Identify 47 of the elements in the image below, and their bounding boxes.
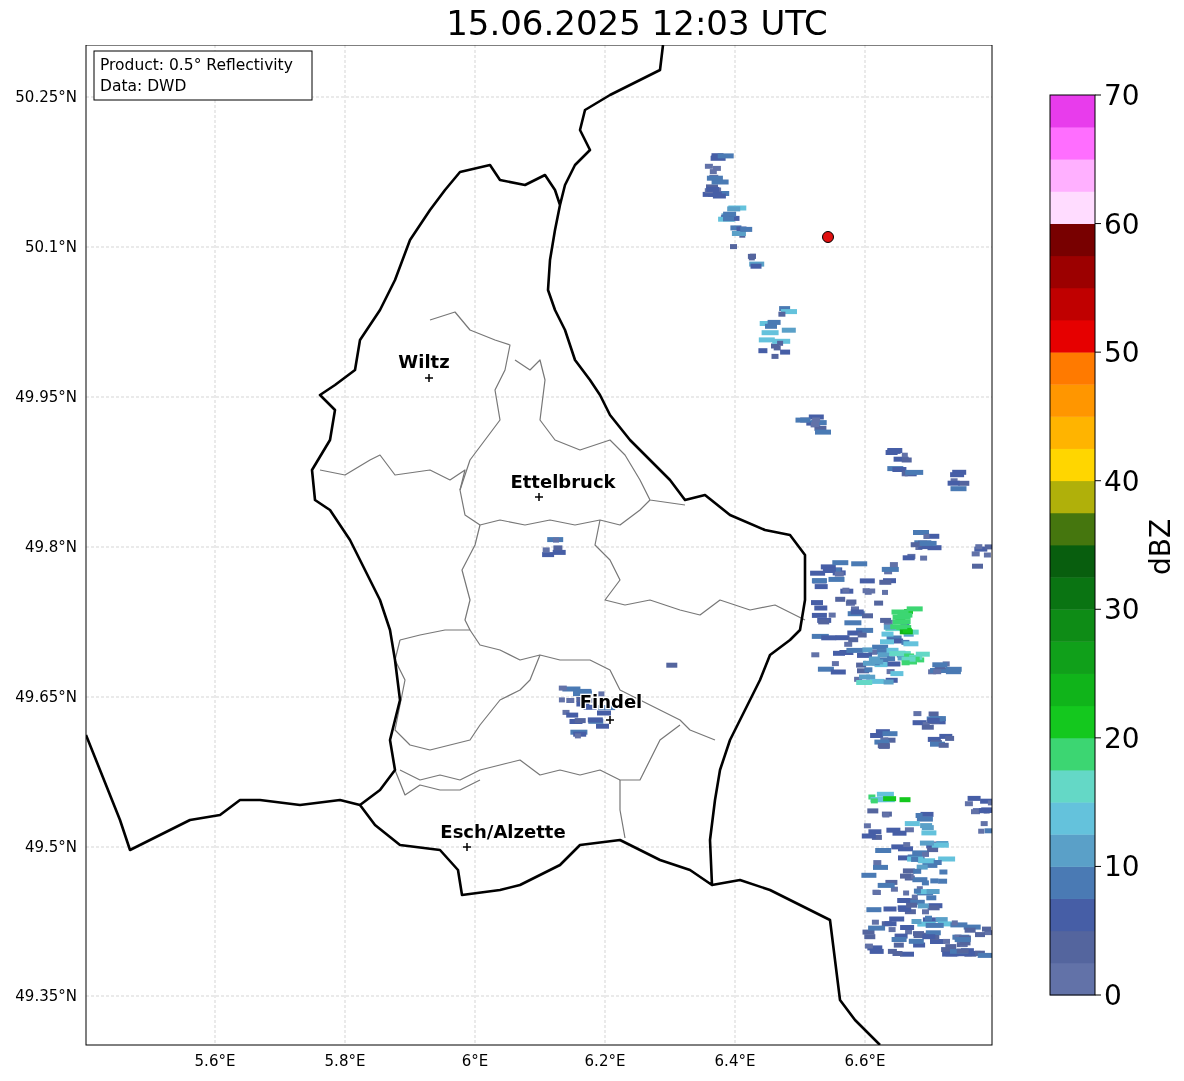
colorbar-tick-label: 40: [1104, 464, 1140, 498]
info-text: Product: 0.5° Reflectivity: [100, 56, 293, 74]
city-label: Ettelbruck: [510, 471, 616, 492]
colorbar-tick-label: 60: [1104, 207, 1140, 241]
radar-echo-drawing: [870, 729, 898, 749]
longitude-label: 6.2°E: [584, 1052, 626, 1070]
colorbar-label: dBZ: [1144, 518, 1177, 576]
radar-echo-drawing: [927, 733, 955, 748]
city-marker-icon: [605, 715, 615, 725]
radar-echo-drawing: [730, 225, 753, 250]
radar-echo-drawing: [885, 448, 924, 477]
longitude-label: 6.4°E: [714, 1052, 756, 1070]
colorbar-tick-label: 10: [1104, 850, 1140, 884]
radar-echo-drawing: [747, 253, 765, 269]
radar-echo-drawing: [758, 306, 797, 359]
radar-echo-drawing: [971, 544, 992, 569]
city-marker-icon: [462, 842, 472, 852]
radar-echo-drawing: [947, 469, 970, 492]
latitude-label: 49.95°N: [15, 388, 77, 406]
radar-echo-drawing: [666, 662, 678, 668]
latitude-label: 49.5°N: [24, 838, 77, 856]
radar-echo-drawing: [702, 153, 734, 199]
radar-echo-drawing: [718, 205, 747, 222]
latitude-label: 50.25°N: [15, 88, 77, 106]
colorbar-tick-label: 50: [1104, 336, 1140, 370]
location-dot-icon: [822, 231, 834, 243]
latitude-label: 50.1°N: [24, 238, 77, 256]
colorbar-tick-label: 70: [1104, 79, 1140, 112]
longitude-label: 5.6°E: [194, 1052, 236, 1070]
colorbar-tick-label: 20: [1104, 721, 1140, 755]
city-marker-icon: [424, 373, 434, 383]
radar-echo-drawing: [542, 537, 566, 558]
radar-echo-drawing: [795, 414, 831, 435]
latitude-label: 49.65°N: [15, 688, 77, 706]
chart-title: 15.06.2025 12:03 UTC: [446, 5, 828, 40]
info-text: Data: DWD: [100, 77, 187, 95]
colorbar-tick-label: 30: [1104, 593, 1140, 627]
city-label: Wiltz: [398, 351, 450, 372]
city-label: Esch/Alzette: [440, 821, 566, 842]
latitude-label: 49.8°N: [24, 538, 77, 556]
latitude-label: 49.35°N: [15, 987, 77, 1005]
radar-echo-drawing: [912, 711, 946, 730]
longitude-label: 5.8°E: [324, 1052, 366, 1070]
longitude-label: 6.6°E: [844, 1052, 886, 1070]
city-marker-icon: [534, 492, 544, 502]
colorbar-tick-label: 0: [1104, 979, 1122, 1012]
longitude-label: 6°E: [461, 1052, 489, 1070]
